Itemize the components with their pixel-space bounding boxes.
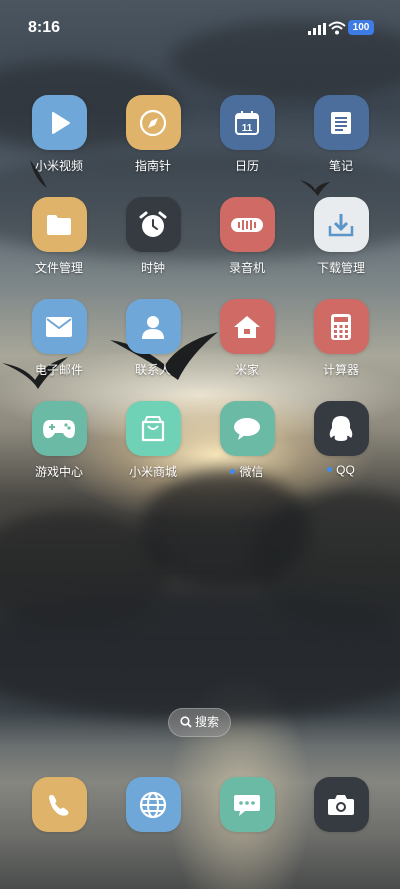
- dock-camera[interactable]: [295, 777, 387, 837]
- notes-icon: [331, 111, 351, 134]
- compass-icon: [139, 109, 167, 136]
- app-label: 日历: [234, 159, 259, 173]
- app-label: 指南针: [134, 159, 171, 173]
- message-icon: [234, 794, 260, 816]
- app-file-manager[interactable]: 文件管理: [13, 197, 105, 287]
- download-icon: [328, 213, 354, 236]
- globe-icon: [139, 791, 167, 818]
- wifi-icon: [328, 21, 346, 35]
- calendar-icon: 11: [235, 110, 259, 135]
- status-bar: 8:16 100: [0, 0, 400, 56]
- new-update-dot: [230, 469, 236, 474]
- phone-icon: [49, 794, 69, 816]
- camera-icon: [328, 794, 354, 815]
- app-tile: [313, 197, 369, 252]
- new-update-dot: [327, 467, 333, 472]
- folder-icon: [47, 214, 71, 235]
- dock-browser[interactable]: [107, 777, 199, 837]
- play-icon: [52, 111, 70, 134]
- app-tile: [313, 777, 369, 832]
- app-tile: 11: [219, 95, 275, 150]
- search-icon: [180, 716, 192, 728]
- app-tile: [219, 777, 275, 832]
- search-label: 搜索: [194, 715, 219, 729]
- app-mi-store[interactable]: 小米商城: [107, 401, 199, 491]
- app-calendar[interactable]: 11 日历: [201, 95, 293, 185]
- clock-time: 8:16: [28, 19, 61, 36]
- app-mi-video[interactable]: 小米视频: [13, 95, 105, 185]
- app-tile: [219, 197, 275, 252]
- app-email[interactable]: 电子邮件: [13, 299, 105, 389]
- app-label: 电子邮件: [34, 363, 83, 377]
- app-wechat[interactable]: 微信: [201, 401, 293, 491]
- app-label: 计算器: [322, 363, 359, 377]
- app-tile: [125, 777, 181, 832]
- app-label-text: 微信: [239, 465, 264, 479]
- app-label: 游戏中心: [34, 465, 83, 479]
- gamepad-icon: [43, 419, 75, 438]
- app-label-text: QQ: [336, 463, 355, 477]
- app-tile: [31, 299, 87, 354]
- app-label: 米家: [234, 363, 259, 377]
- app-label: 时钟: [140, 261, 165, 275]
- app-label: 小米视频: [34, 159, 83, 173]
- app-label: 录音机: [228, 261, 265, 275]
- app-tile: [31, 197, 87, 252]
- penguin-icon: [329, 415, 353, 441]
- app-tile: [31, 95, 87, 150]
- search-button[interactable]: 搜索: [168, 708, 231, 737]
- app-tile: [313, 299, 369, 354]
- calculator-icon: [331, 313, 351, 340]
- app-tile: [125, 299, 181, 354]
- app-tile: [313, 401, 369, 456]
- app-contacts[interactable]: 联系人: [107, 299, 199, 389]
- shopping-bag-icon: [141, 415, 165, 441]
- app-game-center[interactable]: 游戏中心: [13, 401, 105, 491]
- app-tile: [125, 197, 181, 252]
- app-clock[interactable]: 时钟: [107, 197, 199, 287]
- app-tile: [313, 95, 369, 150]
- cellular-signal-icon: [308, 23, 326, 35]
- app-tile: [31, 401, 87, 456]
- app-tile: [219, 401, 275, 456]
- app-compass[interactable]: 指南针: [107, 95, 199, 185]
- home-icon: [234, 315, 260, 338]
- dock-phone[interactable]: [13, 777, 105, 837]
- app-tile: [125, 401, 181, 456]
- app-tile: [219, 299, 275, 354]
- chat-bubble-icon: [234, 417, 260, 440]
- contact-icon: [142, 315, 164, 339]
- app-downloads[interactable]: 下载管理: [295, 197, 387, 287]
- app-label: 小米商城: [128, 465, 177, 479]
- clock-icon: [139, 211, 167, 237]
- app-tile: [125, 95, 181, 150]
- app-recorder[interactable]: 录音机: [201, 197, 293, 287]
- dock-messages[interactable]: [201, 777, 293, 837]
- app-label: 下载管理: [316, 261, 365, 275]
- app-tile: [31, 777, 87, 832]
- app-notes[interactable]: 笔记: [295, 95, 387, 185]
- app-label: QQ: [295, 463, 387, 477]
- battery-indicator: 100: [348, 20, 374, 35]
- waveform-icon: [231, 217, 263, 232]
- app-label: 笔记: [328, 159, 353, 173]
- app-label: 文件管理: [34, 261, 83, 275]
- app-label: 联系人: [134, 363, 171, 377]
- calendar-day-text: 11: [242, 123, 253, 134]
- app-label: 微信: [201, 463, 293, 480]
- app-mi-home[interactable]: 米家: [201, 299, 293, 389]
- mail-icon: [46, 316, 72, 337]
- app-qq[interactable]: QQ: [295, 401, 387, 491]
- app-calculator[interactable]: 计算器: [295, 299, 387, 389]
